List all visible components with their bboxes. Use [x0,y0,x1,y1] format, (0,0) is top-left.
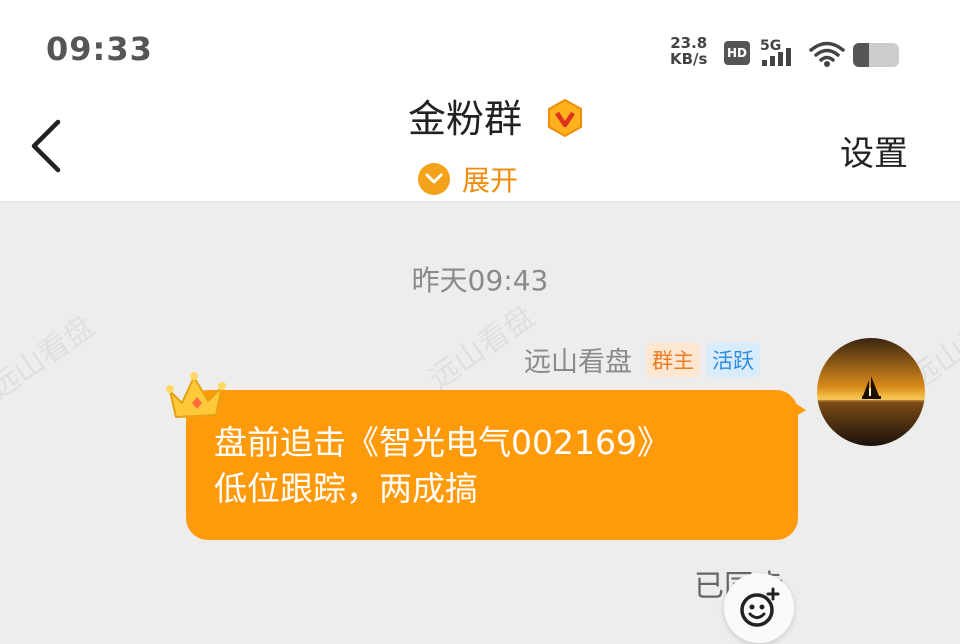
avatar[interactable] [817,338,925,446]
watermark: 远山看盘 [0,309,102,407]
network-type-label: 5G [760,38,781,54]
group-title[interactable]: 金粉群 [408,96,522,142]
net-speed-unit: KB/s [670,50,708,68]
back-arrow-icon[interactable] [26,116,70,176]
expand-label: 展开 [462,164,519,197]
vip-badge-icon [548,98,582,138]
emoji-add-button[interactable] [724,573,794,643]
message-timestamp: 昨天09:43 [411,264,549,297]
status-bar: 09:33 23.8 KB/s HD 5G [0,0,960,96]
chat-area[interactable]: 远山看盘 远山看盘 远山看盘 昨天09:43 远山看盘 群主 活跃 盘前追击《智… [0,203,960,644]
battery-fill [853,43,870,67]
wifi-icon [809,41,845,67]
settings-button[interactable]: 设置 [840,126,908,175]
network-speed: 23.8 KB/s [670,35,707,67]
sender-info: 远山看盘 群主 活跃 [524,340,766,379]
clock: 09:33 [46,30,153,68]
sender-name[interactable]: 远山看盘 [524,340,632,379]
net-speed-value: 23.8 [670,34,708,52]
message-bubble[interactable]: 盘前追击《智光电气002169》 低位跟踪，两成搞 [186,390,798,540]
chevron-down-icon [418,163,450,195]
owner-tag: 群主 [646,342,700,377]
message-line-2: 低位跟踪，两成搞 [214,469,478,508]
crown-icon [166,372,226,418]
message-line-1: 盘前追击《智光电气002169》 [214,423,670,462]
hd-badge: HD [724,41,750,65]
nav-bar: 金粉群 展开 设置 [0,96,960,202]
battery-icon [853,43,899,67]
signal-icon: 5G [760,38,791,66]
emoji-add-icon [740,587,780,627]
expand-toggle[interactable]: 展开 [418,159,518,199]
active-tag: 活跃 [706,342,760,377]
